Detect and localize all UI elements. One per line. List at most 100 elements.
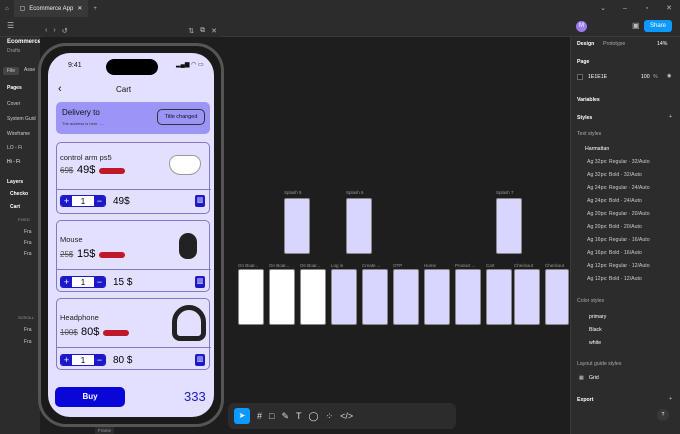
quantity-stepper[interactable]: + 1 −	[60, 354, 106, 366]
rectangle-tool-icon[interactable]: □	[269, 411, 274, 421]
layer-item[interactable]: Checko	[10, 191, 28, 197]
color-style-item[interactable]: white	[589, 340, 601, 346]
style-group[interactable]: Harmattan	[585, 146, 609, 152]
text-style-item[interactable]: Ag 24px: Bold · 24/Auto	[587, 198, 642, 204]
add-export-icon[interactable]: +	[669, 396, 672, 402]
frame-onboarding[interactable]	[269, 269, 295, 325]
chevron-down-icon[interactable]: ⌄	[592, 0, 614, 17]
minus-button[interactable]: −	[93, 277, 105, 287]
avatar[interactable]: M	[576, 21, 587, 32]
frame-splash-5[interactable]	[284, 198, 310, 254]
buy-button[interactable]: Buy	[55, 387, 125, 407]
help-button[interactable]: ?	[657, 409, 669, 421]
quantity-stepper[interactable]: + 1 −	[60, 195, 106, 207]
color-style-item[interactable]: Black	[589, 327, 602, 333]
frame-product[interactable]	[455, 269, 481, 325]
text-style-item[interactable]: Ag 32px: Bold · 32/Auto	[587, 172, 642, 178]
frame-checkout[interactable]	[514, 269, 540, 325]
open-icon[interactable]: ⧉	[200, 27, 205, 35]
trash-icon[interactable]: ▥	[195, 354, 205, 366]
menu-icon[interactable]: ☰	[7, 21, 14, 30]
headphone-image	[172, 305, 206, 341]
title-changed-button[interactable]: Title changed	[157, 109, 205, 125]
plus-button[interactable]: +	[61, 196, 72, 206]
frame-login[interactable]	[331, 269, 357, 325]
tab-prototype[interactable]: Prototype	[603, 41, 625, 47]
frame-splash-6[interactable]	[346, 198, 372, 254]
text-style-item[interactable]: Ag 20px: Bold · 20/Auto	[587, 224, 642, 230]
quantity-stepper[interactable]: + 1 −	[60, 276, 106, 288]
chevron-right-icon[interactable]: ›	[53, 27, 55, 34]
plus-button[interactable]: +	[61, 277, 72, 287]
status-icons: ▂▄▆ ◠ ▭	[176, 62, 204, 68]
trash-icon[interactable]: ▥	[195, 276, 205, 288]
comment-tool-icon[interactable]: ◯	[309, 411, 319, 422]
frame-splash-7[interactable]	[496, 198, 522, 254]
share-button[interactable]: Share	[643, 20, 672, 32]
text-style-item[interactable]: Ag 16px: Bold · 16/Auto	[587, 250, 642, 256]
settings-icon[interactable]: ⇅	[188, 27, 194, 35]
frame-otp[interactable]	[393, 269, 419, 325]
page-color-value[interactable]: 1E1E1E	[588, 74, 607, 80]
dev-mode-icon[interactable]: </>	[340, 411, 353, 421]
text-style-item[interactable]: Ag 12px: Regular · 12/Auto	[587, 263, 650, 269]
variables-heading[interactable]: Variables	[577, 97, 600, 103]
frame-tool-icon[interactable]: #	[257, 411, 262, 421]
maximize-icon[interactable]: ▫	[636, 0, 658, 17]
text-style-item[interactable]: Ag 32px: Regular · 32/Auto	[587, 159, 650, 165]
restart-icon[interactable]: ↺	[62, 27, 68, 35]
layer-item[interactable]: Fra	[24, 339, 32, 345]
minus-button[interactable]: −	[93, 196, 105, 206]
frame-create[interactable]	[362, 269, 388, 325]
minimize-icon[interactable]: –	[614, 0, 636, 17]
frame-onboarding[interactable]	[300, 269, 326, 325]
page-color-swatch[interactable]	[577, 74, 583, 80]
page-opacity[interactable]: 100	[641, 74, 650, 80]
text-style-item[interactable]: Ag 20px: Regular · 20/Auto	[587, 211, 650, 217]
page-item[interactable]: Wireframe	[7, 131, 30, 137]
export-heading[interactable]: Export	[577, 397, 593, 403]
tab-assets[interactable]: Asse	[24, 67, 35, 73]
trash-icon[interactable]: ▥	[195, 195, 205, 207]
delivery-card[interactable]: Delivery to The address is here ..... Ti…	[56, 102, 210, 134]
close-icon[interactable]: ✕	[77, 5, 82, 12]
eye-icon[interactable]: ◉	[667, 73, 672, 79]
layer-item[interactable]: Fra	[24, 327, 32, 333]
text-tool-icon[interactable]: T	[296, 411, 302, 421]
text-style-item[interactable]: Ag 12px: Bold · 12/Auto	[587, 276, 642, 282]
text-style-item[interactable]: Ag 24px: Regular · 24/Auto	[587, 185, 650, 191]
color-style-item[interactable]: primary	[589, 314, 606, 320]
tab-design[interactable]: Design	[577, 41, 594, 47]
frame-cart[interactable]	[486, 269, 512, 325]
add-style-icon[interactable]: +	[669, 114, 672, 120]
window-close-icon[interactable]: ✕	[658, 0, 680, 17]
page-item[interactable]: Cover	[7, 101, 20, 107]
gamepad-image	[169, 155, 201, 175]
layer-item[interactable]: Fra	[24, 240, 32, 246]
page-item[interactable]: Hi - Fi	[7, 159, 20, 165]
plus-button[interactable]: +	[61, 355, 72, 365]
frame-onboarding[interactable]	[238, 269, 264, 325]
components-icon[interactable]: ⁘	[326, 411, 334, 422]
close-icon[interactable]: ✕	[211, 27, 222, 35]
new-tab-icon[interactable]: +	[88, 6, 102, 12]
home-icon[interactable]: ⌂	[0, 6, 14, 12]
layer-item[interactable]: Cart	[10, 204, 20, 210]
chevron-left-icon[interactable]: ‹	[45, 27, 47, 34]
grid-style-item[interactable]: Grid	[589, 375, 599, 381]
tab-file[interactable]: File	[3, 67, 20, 75]
page-item[interactable]: System Guid	[7, 116, 36, 122]
frame-checkout[interactable]	[545, 269, 569, 325]
text-style-item[interactable]: Ag 16px: Regular · 16/Auto	[587, 237, 650, 243]
tab-ecommerce-app[interactable]: ▢ Ecommerce App ✕	[13, 0, 89, 17]
back-icon[interactable]: ‹	[58, 83, 62, 95]
layer-item[interactable]: Fra	[24, 251, 32, 257]
move-tool-icon[interactable]: ➤	[234, 408, 250, 424]
present-icon[interactable]: ▣	[632, 21, 640, 30]
minus-button[interactable]: −	[93, 355, 105, 365]
frame-home[interactable]	[424, 269, 450, 325]
layer-item[interactable]: Fra	[24, 229, 32, 235]
pen-tool-icon[interactable]: ✎	[281, 411, 289, 422]
zoom-level[interactable]: 14%	[657, 41, 667, 47]
page-item[interactable]: LO - Fi	[7, 145, 22, 151]
